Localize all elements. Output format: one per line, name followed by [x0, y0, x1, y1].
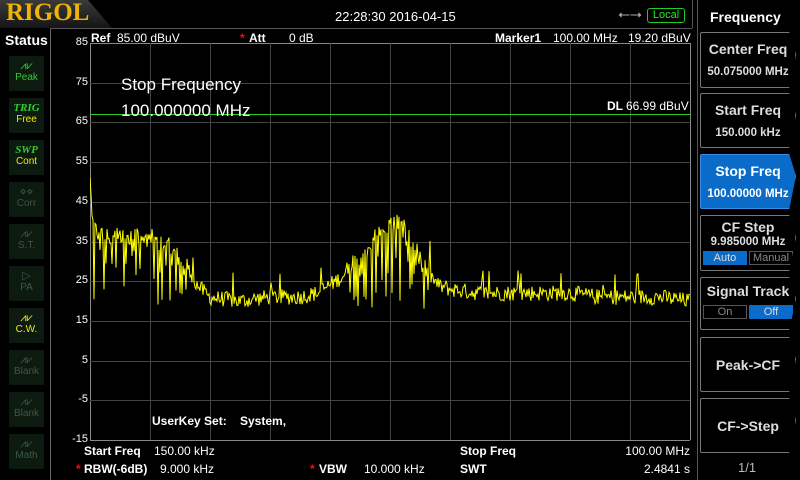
stop-freq-label: Stop Freq	[460, 444, 516, 458]
status-title: Status	[5, 32, 48, 48]
rbw-label: RBW(-6dB)	[84, 462, 148, 476]
divider	[50, 29, 51, 480]
status-label: Cont	[15, 156, 38, 167]
y-tick-label: 15	[75, 313, 88, 326]
userkey-value: System,	[240, 414, 287, 428]
swt-label: SWT	[460, 462, 487, 476]
status-cw-indicator: ⩘⩗ C.W.	[9, 308, 44, 343]
cf-to-step-softkey[interactable]: CF->Step	[700, 398, 796, 453]
status-label: Blank	[13, 366, 39, 377]
menu-page-indicator: 1/1	[738, 460, 757, 475]
display-line-label: DL	[607, 99, 623, 113]
peak-to-cf-softkey[interactable]: Peak->CF	[700, 337, 796, 392]
stop-freq-softkey[interactable]: Stop Freq 100.00000 MHz	[700, 154, 796, 209]
y-tick-label: 55	[75, 155, 88, 168]
y-tick-label: 5	[81, 353, 88, 366]
cf-step-manual-option[interactable]: Manual	[749, 251, 793, 265]
y-tick-label: 75	[75, 75, 88, 88]
vbw-value: 10.000 kHz	[364, 462, 425, 476]
status-glyph-icon: ⩘⩗	[20, 354, 33, 366]
status-st-indicator: ⩘⩗ S.T.	[9, 224, 44, 259]
status-pa-indicator: ▷ PA	[9, 266, 44, 301]
status-blank-indicator: ⩘⩗ Blank	[9, 392, 44, 427]
softkey-label: Start Freq	[714, 102, 782, 118]
status-peak-indicator: ⩘⩗ Peak	[9, 56, 44, 91]
softkey-value: 150.000 kHz	[715, 127, 781, 139]
status-label: Peak	[15, 72, 38, 83]
softkey-label: CF Step	[721, 219, 775, 235]
center-freq-softkey[interactable]: Center Freq 50.075000 MHz	[700, 32, 796, 88]
y-tick-label: 25	[75, 274, 88, 287]
start-freq-label: Start Freq	[84, 444, 141, 458]
usb-icon: ⭠⭢	[618, 6, 643, 23]
swt-value: 2.4841 s	[643, 462, 690, 476]
status-label: Blank	[13, 408, 39, 419]
vbw-label: VBW	[319, 462, 347, 476]
start-freq-softkey[interactable]: Start Freq 150.000 kHz	[700, 93, 796, 148]
display-line-value: 66.99 dBuV	[626, 99, 689, 113]
status-glyph-icon: TRIG	[13, 102, 40, 114]
status-label: PA	[20, 282, 33, 293]
status-glyph-icon: ⩘⩗	[20, 396, 33, 408]
y-tick-label: -5	[78, 393, 88, 406]
y-tick-label: 65	[75, 115, 88, 128]
rbw-value: 9.000 kHz	[160, 462, 215, 476]
local-status-badge[interactable]: Local	[647, 8, 685, 23]
divider	[692, 0, 693, 28]
softkey-value: 100.00000 MHz	[707, 188, 789, 200]
softkey-value: 50.075000 MHz	[707, 66, 789, 78]
status-glyph-icon: ⩘⩗	[20, 228, 33, 240]
status-label: S.T.	[17, 240, 36, 251]
divider	[697, 0, 698, 480]
stop-freq-value: 100.00 MHz	[625, 444, 690, 458]
cf-step-softkey[interactable]: CF Step 9.985000 MHz Auto Manual	[700, 215, 796, 271]
brand-text: RIGOL	[6, 0, 90, 26]
signal-track-softkey[interactable]: Signal Track On Off	[700, 277, 796, 330]
y-tick-label: 35	[75, 234, 88, 247]
status-free-indicator: TRIG Free	[9, 98, 44, 133]
status-glyph-icon: ⩘⩗	[20, 312, 33, 324]
status-glyph-icon: ⩘⩗	[20, 438, 33, 450]
rbw-uncoupled-icon: *	[76, 462, 81, 476]
annotation-value: 100.000000 MHz	[121, 101, 251, 120]
status-glyph-icon: ▷	[22, 270, 31, 282]
status-label: Free	[16, 114, 37, 125]
softkey-value: 9.985000 MHz	[710, 236, 786, 248]
cf-step-auto-option[interactable]: Auto	[703, 251, 747, 265]
status-blank-indicator: ⩘⩗ Blank	[9, 350, 44, 385]
y-tick-label: 45	[75, 194, 88, 207]
rigol-logo: RIGOL	[0, 0, 112, 28]
status-glyph-icon: ⋄⋄	[19, 186, 34, 198]
status-label: C.W.	[15, 324, 38, 335]
signal-track-off-option[interactable]: Off	[749, 305, 793, 319]
softkey-label: Signal Track	[706, 283, 790, 299]
status-label: Math	[15, 450, 38, 461]
softkey-label: Stop Freq	[715, 163, 781, 179]
datetime: 22:28:30 2016-04-15	[335, 9, 456, 24]
signal-track-on-option[interactable]: On	[703, 305, 747, 319]
status-cont-indicator: SWP Cont	[9, 140, 44, 175]
status-glyph-icon: ⩘⩗	[20, 60, 33, 72]
status-corr-indicator: ⋄⋄ Corr	[9, 182, 44, 217]
annotation-title: Stop Frequency	[121, 75, 242, 94]
divider	[50, 28, 692, 29]
userkey-label: UserKey Set:	[152, 414, 227, 428]
status-label: Corr	[16, 198, 37, 209]
start-freq-value: 150.00 kHz	[154, 444, 215, 458]
vbw-uncoupled-icon: *	[310, 462, 315, 476]
softkey-label: Center Freq	[708, 41, 788, 57]
menu-title: Frequency	[710, 9, 781, 25]
softkey-label: Peak->CF	[715, 357, 781, 373]
softkey-label: CF->Step	[717, 418, 779, 434]
y-tick-label: 85	[75, 36, 88, 48]
status-glyph-icon: SWP	[15, 144, 38, 156]
status-math-indicator: ⩘⩗ Math	[9, 434, 44, 469]
